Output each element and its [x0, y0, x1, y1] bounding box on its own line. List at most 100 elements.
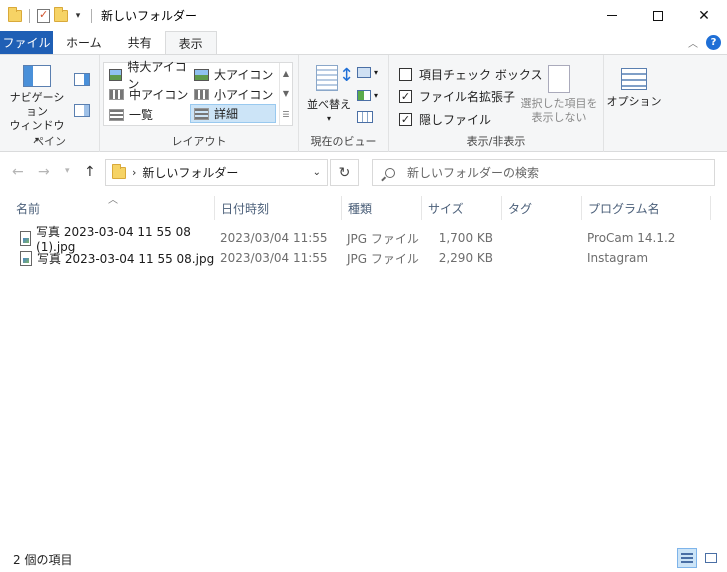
close-button[interactable]: ✕: [681, 0, 727, 31]
file-extensions-label: ファイル名拡張子: [419, 90, 516, 104]
layout-details[interactable]: 詳細: [190, 104, 276, 123]
scroll-down-icon[interactable]: ▼: [283, 89, 289, 98]
table-row[interactable]: 写真 2023-03-04 11 55 08 (1).jpg 2023/03/0…: [0, 225, 727, 254]
column-program[interactable]: プログラム名: [581, 196, 711, 220]
close-icon: ✕: [698, 7, 710, 24]
table-row[interactable]: 写真 2023-03-04 11 55 08.jpg 2023/03/04 11…: [0, 248, 727, 268]
gallery-more-icon[interactable]: ☰: [282, 110, 289, 119]
large-icons-view-button[interactable]: [701, 548, 721, 568]
details-pane-icon[interactable]: [74, 104, 90, 117]
properties-icon[interactable]: [37, 8, 50, 23]
file-extensions-toggle[interactable]: ✓ ファイル名拡張子: [399, 88, 515, 105]
breadcrumb-current[interactable]: 新しいフォルダー: [142, 164, 238, 181]
minimize-icon: [607, 15, 617, 16]
current-view-group: ↕ 並べ替え ▾ ▾ ▾ 現在のビュー: [299, 55, 389, 152]
column-name[interactable]: 名前: [10, 196, 213, 220]
breadcrumb-separator: ›: [132, 166, 137, 179]
hidden-items-toggle[interactable]: ✓ 隠しファイル: [399, 111, 491, 128]
file-program: ProCam 14.1.2: [587, 231, 676, 245]
file-extensions-checkbox[interactable]: ✓: [399, 90, 412, 103]
file-tags: [507, 248, 577, 268]
pane-group: ナビゲーション ウィンドウ ▾ ペイン: [0, 55, 100, 152]
jpg-file-icon: [20, 250, 32, 266]
hidden-items-checkbox[interactable]: ✓: [399, 113, 412, 126]
file-name-cell[interactable]: 写真 2023-03-04 11 55 08 (1).jpg: [20, 225, 215, 254]
list-icon: [109, 108, 124, 121]
sort-by-label: 並べ替え: [307, 98, 351, 111]
search-icon: [385, 167, 395, 178]
navigation-pane-icon: [23, 65, 51, 87]
maximize-button[interactable]: [635, 0, 681, 31]
column-size[interactable]: サイズ: [421, 196, 500, 220]
options-icon: [621, 68, 647, 90]
layout-large-icons[interactable]: 大アイコン: [191, 65, 275, 84]
details-view-button[interactable]: [677, 548, 697, 568]
tab-home[interactable]: ホーム: [53, 31, 115, 54]
size-columns-icon[interactable]: [357, 111, 373, 123]
new-folder-icon[interactable]: [54, 6, 68, 22]
minimize-button[interactable]: [589, 0, 635, 31]
options-button[interactable]: オプション: [606, 68, 662, 109]
layout-gallery: 特大アイコン 大アイコン 中アイコン 小アイコン 一覧 詳細 ▲ ▼ ☰: [103, 60, 293, 126]
current-view-group-label: 現在のビュー: [310, 135, 377, 148]
tab-view[interactable]: 表示: [164, 31, 217, 54]
sort-by-button[interactable]: 並べ替え ▾: [305, 98, 353, 126]
toolbar-separator: [91, 8, 92, 23]
back-icon[interactable]: ←: [12, 164, 24, 180]
layout-extra-large-icons[interactable]: 特大アイコン: [106, 60, 190, 91]
group-by-icon[interactable]: [357, 67, 371, 78]
refresh-button[interactable]: ↻: [330, 159, 359, 186]
jpg-file-icon: [20, 230, 32, 246]
show-hide-group: 項目チェック ボックス ✓ ファイル名拡張子 ✓ 隠しファイル 選択した項目を …: [389, 55, 604, 152]
address-bar[interactable]: › 新しいフォルダー ⌄: [105, 159, 328, 186]
customize-toolbar-icon[interactable]: ▾: [72, 11, 84, 21]
hide-selected-icon: [548, 65, 570, 93]
column-date[interactable]: 日付時刻: [214, 196, 340, 220]
file-name: 写真 2023-03-04 11 55 08.jpg: [37, 251, 215, 266]
pane-group-label: ペイン: [33, 135, 66, 148]
file-name-cell[interactable]: 写真 2023-03-04 11 55 08.jpg: [20, 248, 215, 268]
window-title: 新しいフォルダー: [101, 9, 198, 23]
maximize-icon: [653, 10, 663, 21]
search-placeholder: 新しいフォルダーの検索: [407, 166, 540, 180]
file-type: JPG ファイル: [347, 231, 419, 246]
file-size: 1,700 KB: [438, 231, 493, 245]
column-type[interactable]: 種類: [341, 196, 420, 220]
preview-pane-icon[interactable]: [74, 73, 90, 86]
layout-medium-icons[interactable]: 中アイコン: [106, 85, 190, 104]
ribbon: ナビゲーション ウィンドウ ▾ ペイン レイアウト 特大アイコン 大アイコン 中…: [0, 54, 727, 152]
layout-gallery-scroll[interactable]: ▲ ▼ ☰: [279, 63, 292, 125]
recent-locations-icon[interactable]: ▾: [65, 166, 70, 176]
help-icon[interactable]: ?: [706, 35, 721, 50]
ribbon-tabs: ファイル ホーム 共有 表示 ︿ ?: [0, 31, 727, 54]
tab-file[interactable]: ファイル: [0, 31, 53, 54]
file-size: 2,290 KB: [438, 251, 493, 265]
item-count: 2 個の項目: [13, 552, 73, 567]
large-icons-view-icon: [705, 553, 717, 563]
collapse-ribbon-icon[interactable]: ︿: [688, 35, 698, 50]
navigation-pane-label-2: ウィンドウ: [9, 119, 65, 132]
view-toggle: [677, 548, 721, 568]
address-dropdown-icon[interactable]: ⌄: [313, 167, 321, 178]
layout-item-label: 中アイコン: [129, 88, 189, 102]
forward-icon[interactable]: →: [38, 164, 50, 180]
hide-selected-button[interactable]: 選択した項目を 表示しない: [519, 65, 599, 125]
add-columns-icon[interactable]: [357, 90, 371, 101]
file-date: 2023/03/04 11:55: [220, 231, 328, 245]
refresh-icon: ↻: [338, 164, 351, 181]
scroll-up-icon[interactable]: ▲: [283, 69, 289, 78]
window-controls: ✕: [589, 0, 727, 31]
item-checkboxes-checkbox[interactable]: [399, 68, 412, 81]
search-box[interactable]: 新しいフォルダーの検索: [372, 159, 715, 186]
sort-by-icon: [316, 65, 338, 91]
layout-small-icons[interactable]: 小アイコン: [191, 85, 275, 104]
column-tags[interactable]: タグ: [501, 196, 580, 220]
folder-icon: [8, 6, 22, 22]
layout-item-label: 小アイコン: [214, 88, 274, 102]
file-program: Instagram: [587, 251, 649, 265]
toolbar-separator: [29, 8, 30, 23]
up-icon[interactable]: ↑: [84, 164, 96, 180]
layout-list[interactable]: 一覧: [106, 105, 190, 124]
extra-large-icons-icon: [109, 68, 123, 81]
tab-share[interactable]: 共有: [115, 31, 165, 54]
